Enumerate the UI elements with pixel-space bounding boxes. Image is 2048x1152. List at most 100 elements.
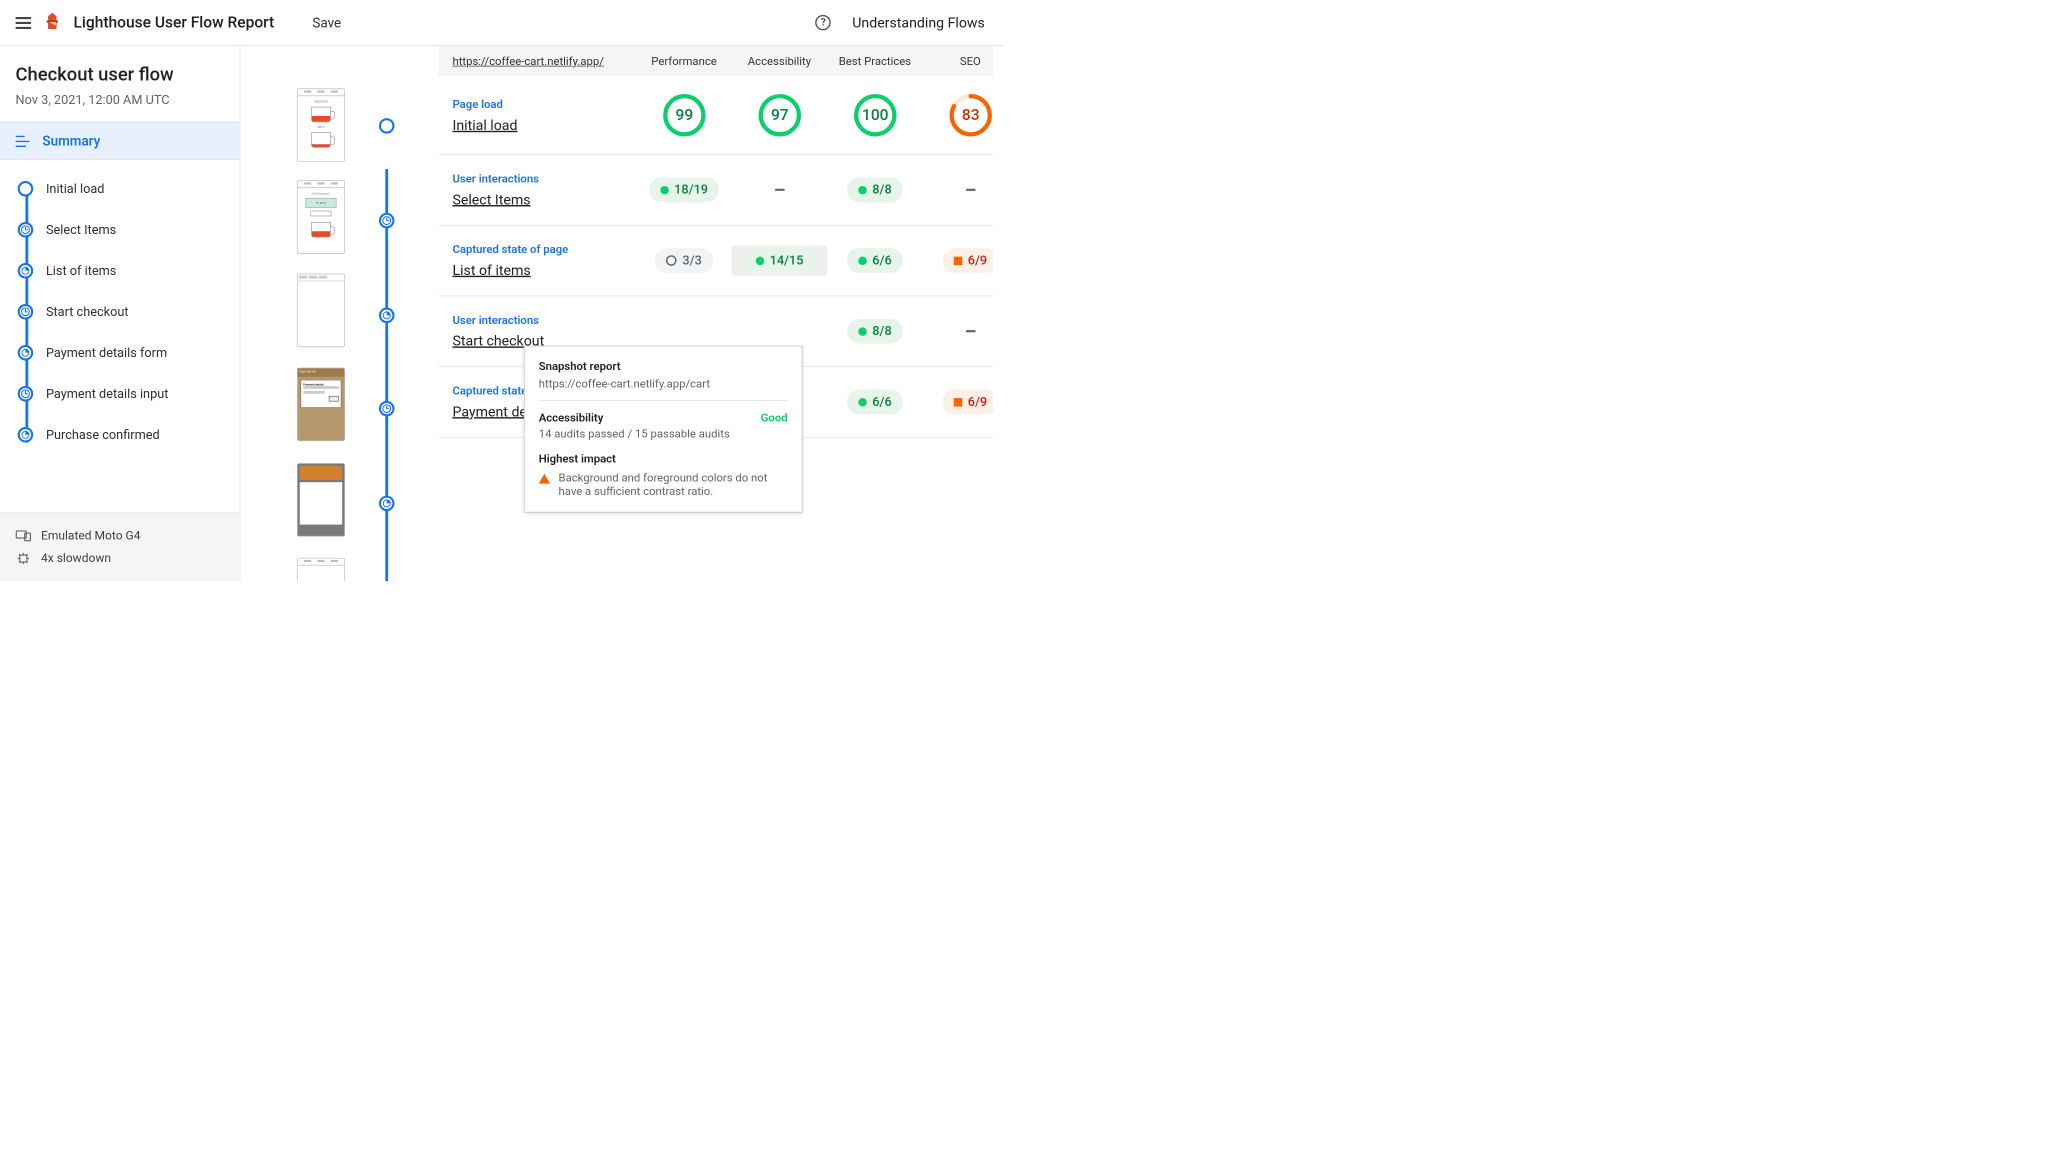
app-title: Lighthouse User Flow Report bbox=[74, 14, 275, 32]
step-kind-label: Captured state of page bbox=[452, 243, 636, 256]
svg-text:83: 83 bbox=[962, 106, 980, 124]
sidebar-step-label: Initial load bbox=[46, 181, 104, 196]
snapshot-node-icon bbox=[18, 345, 34, 361]
column-header: Accessibility bbox=[732, 54, 827, 67]
score-pill[interactable]: 18/19 bbox=[649, 177, 720, 202]
tooltip-highest-impact-title: Highest impact bbox=[539, 452, 788, 465]
step-thumbnail[interactable] bbox=[297, 558, 345, 581]
sidebar-step-label: Payment details input bbox=[46, 386, 168, 401]
step-title-link[interactable]: List of items bbox=[452, 262, 636, 279]
sidebar: Checkout user flow Nov 3, 2021, 12:00 AM… bbox=[0, 46, 240, 581]
sidebar-step[interactable]: Payment details input bbox=[16, 373, 240, 414]
score-pill[interactable]: 3/3 bbox=[655, 248, 713, 273]
tooltip-rating: Good bbox=[761, 411, 788, 424]
timeline-node-timespan-icon bbox=[379, 213, 395, 229]
sidebar-step[interactable]: Payment details form bbox=[16, 332, 240, 373]
sidebar-step[interactable]: Select Items bbox=[16, 209, 240, 250]
table-row: User interactions Select Items 18/19 8/8 bbox=[438, 155, 993, 226]
tooltip-category: Accessibility bbox=[539, 411, 604, 424]
step-kind-label: User interactions bbox=[452, 313, 636, 326]
column-header: SEO bbox=[923, 54, 994, 67]
summary-icon bbox=[16, 135, 32, 146]
score-gauge[interactable]: 83 bbox=[948, 93, 992, 137]
sidebar-step-label: Purchase confirmed bbox=[46, 427, 160, 442]
svg-text:100: 100 bbox=[862, 106, 889, 124]
env-device: Emulated Moto G4 bbox=[16, 525, 225, 548]
sidebar-step[interactable]: List of items bbox=[16, 250, 240, 291]
step-title-link[interactable]: Initial load bbox=[452, 116, 636, 133]
step-thumbnail[interactable]: Total: $41.00 Payment details bbox=[297, 368, 345, 442]
score-pill[interactable]: 8/8 bbox=[847, 177, 903, 202]
timeline-rail bbox=[385, 169, 388, 581]
score-pill[interactable]: 14/15 bbox=[744, 248, 815, 273]
step-thumbnail[interactable]: Add Espresso?Yes please bbox=[297, 180, 345, 254]
svg-text:97: 97 bbox=[771, 106, 789, 124]
timespan-node-icon bbox=[18, 222, 34, 238]
warning-triangle-icon bbox=[539, 474, 550, 484]
env-throttle: 4x slowdown bbox=[16, 547, 225, 570]
tooltip-highest-impact-text: Background and foreground colors do not … bbox=[559, 471, 788, 498]
sidebar-summary-label: Summary bbox=[42, 133, 100, 149]
score-tooltip: Snapshot report https://coffee-cart.netl… bbox=[524, 346, 803, 513]
sidebar-step-list: Initial load Select Items List of items … bbox=[0, 160, 240, 468]
sidebar-step-label: Select Items bbox=[46, 222, 116, 237]
not-applicable-icon bbox=[965, 189, 975, 191]
sidebar-environment: Emulated Moto G4 4x slowdown bbox=[0, 513, 240, 582]
timeline-node-timespan-icon bbox=[379, 401, 395, 417]
timespan-node-icon bbox=[18, 386, 34, 402]
snapshot-node-icon bbox=[18, 263, 34, 279]
timeline-node-snapshot-icon bbox=[379, 496, 395, 512]
not-applicable-icon bbox=[965, 330, 975, 332]
save-button[interactable]: Save bbox=[312, 14, 341, 30]
svg-text:99: 99 bbox=[675, 106, 693, 124]
table-header-row: https://coffee-cart.netlify.app/ Perform… bbox=[438, 46, 993, 76]
menu-icon[interactable] bbox=[16, 17, 32, 29]
step-thumbnail[interactable] bbox=[297, 274, 345, 348]
table-row: Captured state of page List of items 3/3… bbox=[438, 226, 993, 297]
sidebar-step-label: Payment details form bbox=[46, 345, 167, 360]
step-kind-label: Page load bbox=[452, 97, 636, 110]
sidebar-step-label: Start checkout bbox=[46, 304, 129, 319]
tooltip-title: Snapshot report bbox=[539, 359, 788, 372]
score-gauge[interactable]: 97 bbox=[758, 93, 802, 137]
app-header: Lighthouse User Flow Report Save ? Under… bbox=[0, 0, 1005, 46]
flow-title: Checkout user flow bbox=[16, 64, 225, 85]
column-header: Best Practices bbox=[827, 54, 922, 67]
timespan-node-icon bbox=[18, 304, 34, 320]
score-gauge[interactable]: 99 bbox=[662, 93, 706, 137]
cpu-icon bbox=[16, 552, 32, 565]
sidebar-step-label: List of items bbox=[46, 263, 116, 278]
sidebar-step[interactable]: Start checkout bbox=[16, 291, 240, 332]
sidebar-summary-tab[interactable]: Summary bbox=[0, 122, 240, 159]
tooltip-url: https://coffee-cart.netlify.app/cart bbox=[539, 377, 788, 401]
help-icon[interactable]: ? bbox=[816, 15, 832, 31]
flow-url[interactable]: https://coffee-cart.netlify.app/ bbox=[452, 54, 636, 67]
timeline-node-navigation-icon bbox=[379, 118, 395, 134]
step-kind-label: User interactions bbox=[452, 172, 636, 185]
thumbnail-timeline: espressolatte Add Espresso?Yes please To… bbox=[297, 88, 396, 581]
not-applicable-icon bbox=[775, 189, 785, 191]
score-pill[interactable]: 6/6 bbox=[847, 390, 903, 415]
env-throttle-label: 4x slowdown bbox=[41, 551, 111, 565]
score-pill[interactable]: 6/6 bbox=[847, 248, 903, 273]
env-device-label: Emulated Moto G4 bbox=[41, 529, 140, 543]
column-header: Performance bbox=[636, 54, 731, 67]
flow-datetime: Nov 3, 2021, 12:00 AM UTC bbox=[16, 93, 225, 108]
sidebar-step[interactable]: Purchase confirmed bbox=[16, 414, 240, 455]
devices-icon bbox=[16, 530, 32, 543]
snapshot-node-icon bbox=[18, 427, 34, 443]
understanding-flows-link[interactable]: Understanding Flows bbox=[852, 14, 985, 31]
step-thumbnail[interactable]: espressolatte bbox=[297, 88, 345, 162]
tooltip-detail: 14 audits passed / 15 passable audits bbox=[539, 427, 788, 440]
score-gauge[interactable]: 100 bbox=[853, 93, 897, 137]
lighthouse-logo-icon bbox=[44, 12, 61, 33]
navigation-node-icon bbox=[18, 181, 34, 197]
timeline-node-snapshot-icon bbox=[379, 308, 395, 324]
score-pill[interactable]: 6/9 bbox=[942, 248, 993, 273]
score-pill[interactable]: 6/9 bbox=[942, 390, 993, 415]
table-row: Page load Initial load 99 97 100 83 bbox=[438, 76, 993, 154]
step-thumbnail[interactable] bbox=[297, 463, 345, 537]
score-pill[interactable]: 8/8 bbox=[847, 319, 903, 344]
step-title-link[interactable]: Select Items bbox=[452, 191, 636, 208]
sidebar-step[interactable]: Initial load bbox=[16, 168, 240, 209]
